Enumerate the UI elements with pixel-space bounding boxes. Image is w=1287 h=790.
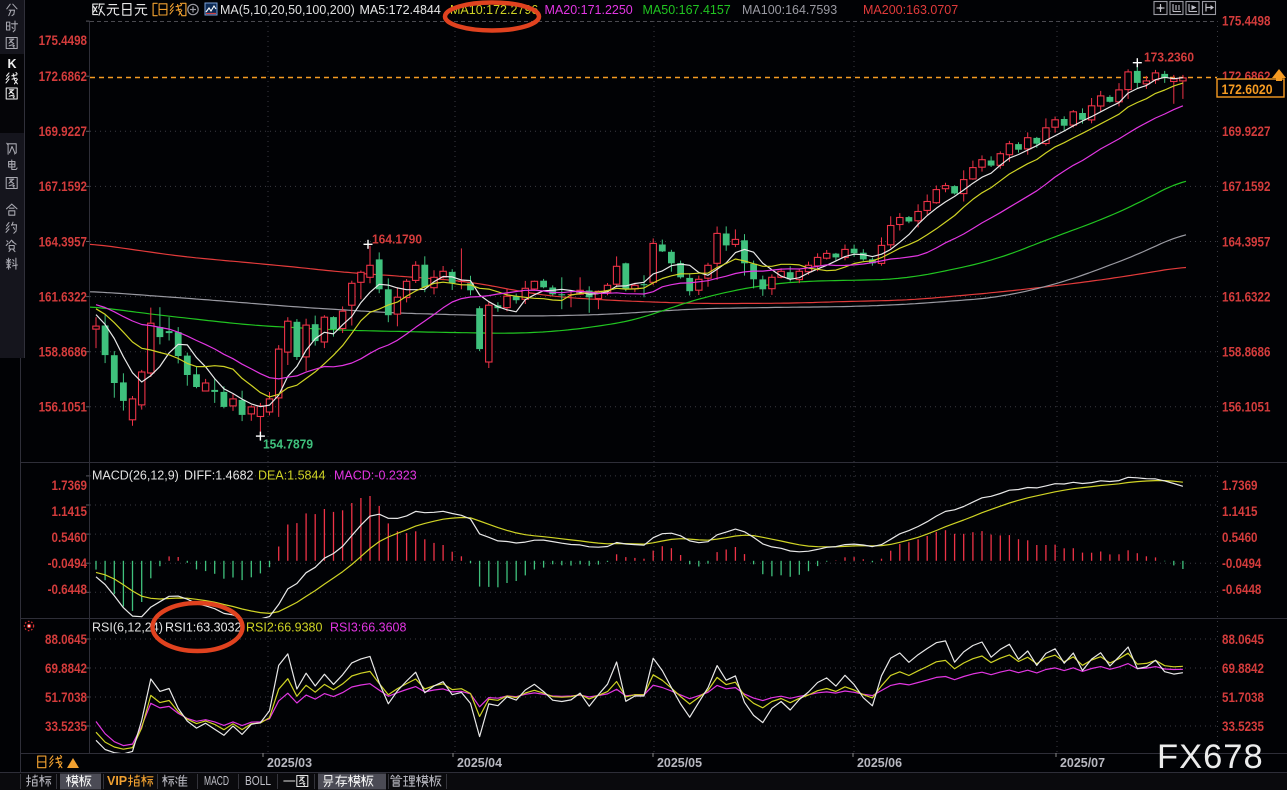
svg-text:1.1415: 1.1415 xyxy=(51,504,87,519)
svg-text:156.1051: 156.1051 xyxy=(39,400,88,415)
svg-text:1.7369: 1.7369 xyxy=(1222,478,1258,493)
svg-text:MA5:172.4844: MA5:172.4844 xyxy=(360,3,441,17)
svg-text:-0.6448: -0.6448 xyxy=(48,582,88,597)
svg-text:2025/07: 2025/07 xyxy=(1060,755,1105,770)
svg-text:88.0645: 88.0645 xyxy=(45,632,87,647)
svg-text:DEA:1.5844: DEA:1.5844 xyxy=(258,469,325,483)
svg-text:2025/06: 2025/06 xyxy=(857,755,902,770)
svg-text:154.7879: 154.7879 xyxy=(263,437,313,452)
svg-text:173.2360: 173.2360 xyxy=(1144,50,1194,65)
svg-text:169.9227: 169.9227 xyxy=(1222,124,1270,139)
svg-text:0.5460: 0.5460 xyxy=(51,530,87,545)
svg-text:51.7038: 51.7038 xyxy=(45,690,87,705)
svg-text:-0.6448: -0.6448 xyxy=(1222,582,1262,597)
svg-text:BOLL: BOLL xyxy=(245,774,271,788)
svg-text:172.6020: 172.6020 xyxy=(1222,82,1273,97)
svg-text:MA(5,10,20,50,100,200): MA(5,10,20,50,100,200) xyxy=(220,3,355,17)
svg-text:51.7038: 51.7038 xyxy=(1222,690,1264,705)
svg-text:161.6322: 161.6322 xyxy=(39,289,87,304)
svg-text:172.6862: 172.6862 xyxy=(39,69,87,84)
svg-text:1.7369: 1.7369 xyxy=(51,478,87,493)
svg-text:167.1592: 167.1592 xyxy=(1222,179,1270,194)
svg-text:MA20:171.2250: MA20:171.2250 xyxy=(545,3,633,17)
svg-text:169.9227: 169.9227 xyxy=(39,124,87,139)
svg-text:FX678: FX678 xyxy=(1157,738,1264,776)
svg-text:69.8842: 69.8842 xyxy=(1222,661,1264,676)
svg-text:2025/05: 2025/05 xyxy=(657,755,702,770)
svg-text:MACD:-0.2323: MACD:-0.2323 xyxy=(334,469,417,483)
svg-text:MA50:167.4157: MA50:167.4157 xyxy=(643,3,731,17)
svg-text:MA200:163.0707: MA200:163.0707 xyxy=(863,3,958,17)
svg-text:156.1051: 156.1051 xyxy=(1222,400,1271,415)
svg-text:-0.0494: -0.0494 xyxy=(1222,556,1262,571)
svg-text:-0.0494: -0.0494 xyxy=(48,556,88,571)
svg-text:69.8842: 69.8842 xyxy=(45,661,87,676)
svg-text:VIP: VIP xyxy=(107,774,127,788)
svg-text:2025/03: 2025/03 xyxy=(267,755,312,770)
svg-text:MACD: MACD xyxy=(204,774,229,788)
svg-text:161.6322: 161.6322 xyxy=(1222,289,1270,304)
svg-text:164.3957: 164.3957 xyxy=(1222,234,1270,249)
svg-text:175.4498: 175.4498 xyxy=(1222,13,1271,28)
svg-text:RSI3:66.3608: RSI3:66.3608 xyxy=(330,621,406,635)
svg-text:175.4498: 175.4498 xyxy=(39,33,88,48)
svg-text:167.1592: 167.1592 xyxy=(39,179,87,194)
svg-text:2025/04: 2025/04 xyxy=(457,755,503,770)
svg-text:88.0645: 88.0645 xyxy=(1222,632,1264,647)
svg-text:158.8686: 158.8686 xyxy=(1222,345,1271,360)
svg-text:164.1790: 164.1790 xyxy=(372,232,422,247)
svg-text:MA100:164.7593: MA100:164.7593 xyxy=(742,3,837,17)
svg-text:K: K xyxy=(7,57,16,71)
svg-text:33.5235: 33.5235 xyxy=(45,719,87,734)
svg-text:RSI2:66.9380: RSI2:66.9380 xyxy=(246,621,322,635)
svg-text:MACD(26,12,9): MACD(26,12,9) xyxy=(92,469,179,483)
svg-text:RSI1:63.3032: RSI1:63.3032 xyxy=(165,621,241,635)
svg-text:158.8686: 158.8686 xyxy=(39,345,88,360)
svg-text:DIFF:1.4682: DIFF:1.4682 xyxy=(184,469,254,483)
svg-text:33.5235: 33.5235 xyxy=(1222,719,1264,734)
svg-text:164.3957: 164.3957 xyxy=(39,234,87,249)
svg-text:1.1415: 1.1415 xyxy=(1222,504,1258,519)
svg-text:0.5460: 0.5460 xyxy=(1222,530,1258,545)
